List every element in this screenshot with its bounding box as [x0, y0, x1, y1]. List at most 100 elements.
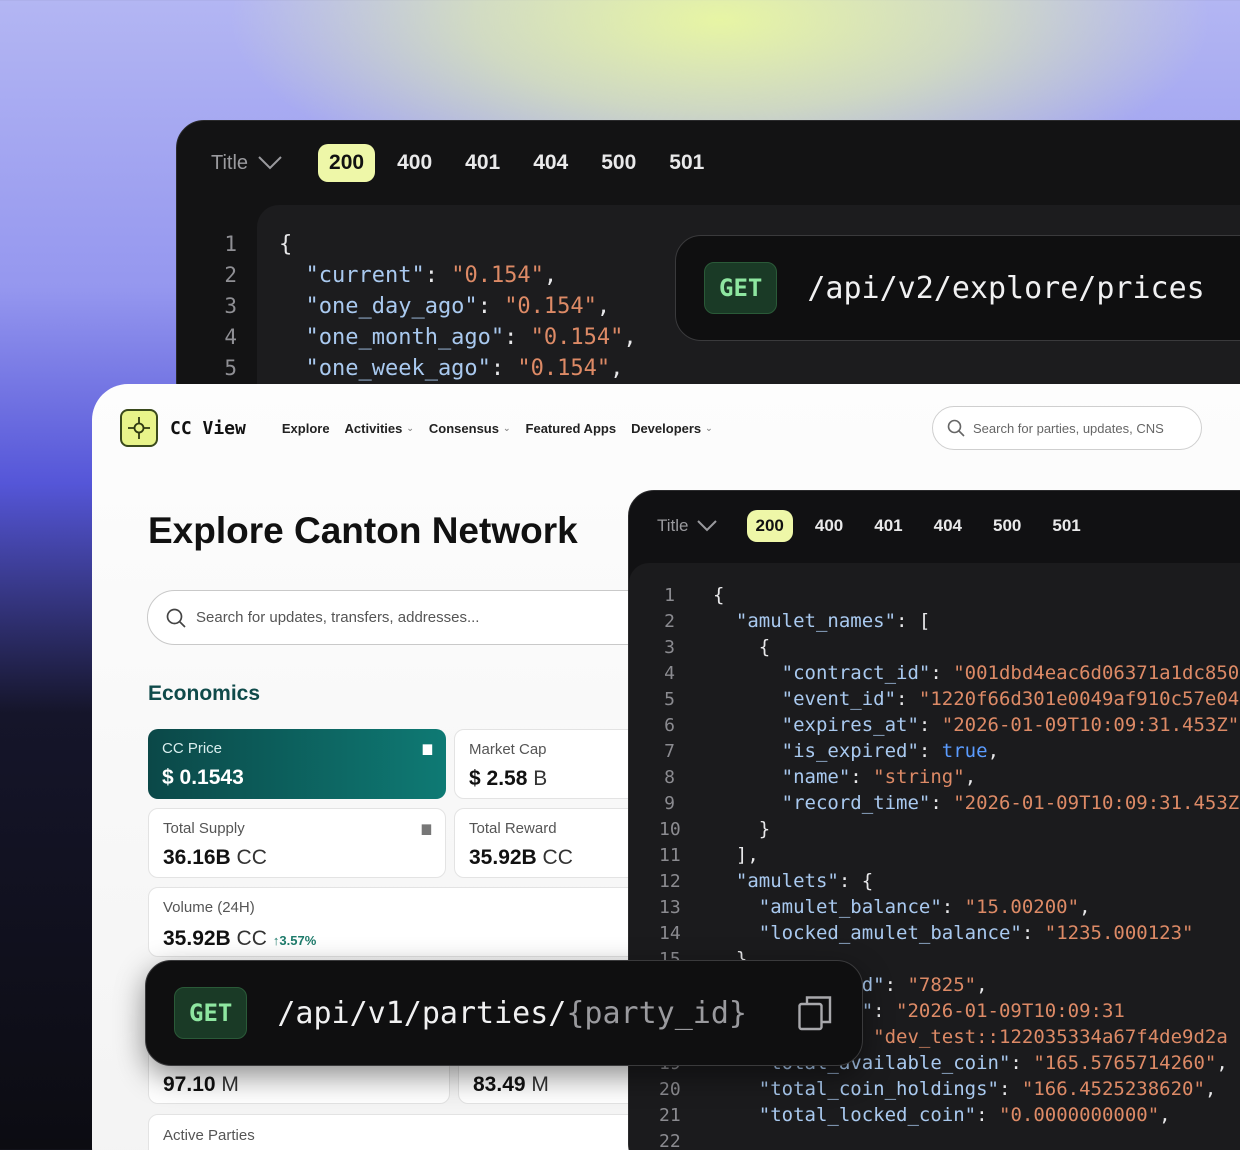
code-token: : [504, 325, 531, 350]
code-token: : [930, 662, 954, 684]
tab-501[interactable]: 501 [1043, 510, 1089, 542]
code-token: , [964, 766, 977, 788]
page-title: Explore Canton Network [148, 510, 578, 551]
code-token: : [918, 714, 942, 736]
brand-name[interactable]: CC View [170, 418, 246, 439]
total-supply-card[interactable]: Total Supply ▆ 36.16B CC [148, 808, 446, 878]
volume-label: Volume (24H) [163, 899, 255, 916]
tab-200[interactable]: 200 [746, 510, 793, 542]
code-token: "0.154" [504, 294, 597, 319]
endpoint-path-param: {party_id} [566, 995, 747, 1031]
back-method-badge: GET [704, 262, 778, 314]
back-tab-501[interactable]: 501 [658, 144, 715, 182]
back-code-lines: { "current": "0.154", "one_day_ago": "0.… [279, 229, 637, 384]
endpoint-bar: GET /api/v1/parties/{party_id} [145, 960, 863, 1066]
logo-icon[interactable] [120, 409, 158, 447]
nav-explore[interactable]: Explore [282, 421, 330, 436]
code-token: ], [713, 844, 759, 866]
code-token: : [884, 974, 908, 996]
response-code-line: "total_locked_coin": "0.0000000000", [713, 1102, 1240, 1128]
code-token: "0.154" [517, 356, 611, 381]
tab-500[interactable]: 500 [984, 510, 1030, 542]
code-token: : { [838, 870, 874, 892]
nav-search-input[interactable]: Search for parties, updates, CNS [932, 406, 1202, 450]
code-token: { [713, 636, 771, 658]
total-supply-label: Total Supply [163, 820, 245, 837]
code-token: "2026-01-09T10:09:31.453Z" [953, 792, 1240, 814]
volume-value: 35.92B [163, 927, 231, 950]
back-tab-500[interactable]: 500 [590, 144, 647, 182]
response-line-number: 21 [659, 1105, 681, 1126]
tab-400[interactable]: 400 [806, 510, 852, 542]
tab-401[interactable]: 401 [865, 510, 911, 542]
bar-chart-icon[interactable]: ▆ [422, 821, 431, 835]
total-reward-value-wrap: 35.92B CC [469, 846, 573, 870]
chevron-down-icon: ⌄ [502, 422, 511, 433]
cc-price-card[interactable]: CC Price ▆ $ 0.1543 [148, 729, 446, 799]
back-endpoint-path[interactable]: /api/v2/explore/prices [807, 271, 1204, 306]
copy-icon[interactable] [798, 995, 832, 1031]
code-token: : [998, 1078, 1022, 1100]
code-token: : [850, 766, 874, 788]
total-reward-value: 35.92B [469, 846, 537, 869]
response-code-line: "contract_id": "001dbd4eac6d06371a1dc850… [713, 660, 1240, 686]
nav-developers[interactable]: Developers ⌄ [631, 421, 713, 436]
response-code-line: "total_coin_holdings": "166.4525238620", [713, 1076, 1240, 1102]
code-token: : [477, 294, 505, 319]
code-token: : [896, 688, 919, 710]
nav-activities[interactable]: Activities ⌄ [345, 421, 414, 436]
back-endpoint-bar: GET /api/v2/explore/prices [675, 235, 1240, 341]
code-token: "amulet_balance" [713, 896, 942, 918]
back-tab-400[interactable]: 400 [386, 144, 443, 182]
cc-price-value: $ 0.1543 [162, 766, 244, 789]
code-token: "166.4525238620" [1021, 1078, 1205, 1100]
back-line-numbers: 1 2 3 4 5 [217, 229, 237, 384]
response-title-select[interactable]: Title [657, 516, 717, 536]
code-token: , [623, 325, 637, 350]
back-title-select[interactable]: Title [211, 152, 282, 175]
back-code-line: { [279, 229, 637, 260]
endpoint-path-base: /api/v1/parties/ [277, 995, 567, 1031]
main-search-input[interactable]: Search for updates, transfers, addresses… [147, 590, 707, 645]
cc-price-label: CC Price [162, 740, 223, 757]
code-token: "name" [713, 766, 851, 788]
back-tab-404[interactable]: 404 [522, 144, 579, 182]
response-tabbar: Title 200 400 401 404 500 501 [657, 509, 1103, 543]
response-line-number: 20 [659, 1079, 681, 1100]
nav-consensus[interactable]: Consensus ⌄ [429, 421, 511, 436]
bar-chart-icon[interactable]: ▆ [423, 741, 432, 755]
code-token: , [1079, 896, 1091, 918]
response-line-number: 7 [664, 741, 675, 762]
row4-right-unit: M [525, 1073, 549, 1096]
code-token: "0.0000000000" [999, 1104, 1160, 1126]
back-tab-200[interactable]: 200 [318, 144, 376, 182]
code-token: "7825" [907, 974, 977, 996]
chevron-down-icon: ⌄ [406, 422, 414, 433]
code-token: "001dbd4eac6d06371a1dc850d3 [953, 662, 1240, 684]
row4-right-value: 83.49 [473, 1073, 526, 1096]
response-line-number: 9 [664, 793, 675, 814]
endpoint-path[interactable]: /api/v1/parties/{party_id} [277, 996, 747, 1031]
back-line-number: 3 [224, 294, 237, 318]
code-token: : [873, 1000, 897, 1022]
response-line-number: 8 [664, 767, 675, 788]
total-supply-value: 36.16B [163, 846, 231, 869]
response-code-line: "amulets": { [713, 868, 1240, 894]
row4-left-unit: M [215, 1073, 239, 1096]
code-token: , [1159, 1104, 1171, 1126]
code-token: "amulet_names" [713, 610, 897, 632]
response-title-label: Title [657, 516, 689, 535]
back-tab-401[interactable]: 401 [454, 144, 511, 182]
code-token: "one_month_ago" [279, 325, 505, 350]
code-token: "total_coin_holdings" [713, 1078, 999, 1100]
response-line-number: 2 [664, 611, 675, 632]
code-token: : [490, 356, 518, 381]
search-icon [947, 419, 965, 437]
tab-404[interactable]: 404 [925, 510, 971, 542]
main-search-placeholder: Search for updates, transfers, addresses… [196, 609, 480, 626]
chevron-down-icon: ⌄ [705, 422, 713, 433]
nav-featured-apps[interactable]: Featured Apps [526, 421, 617, 436]
code-token: , [596, 294, 611, 319]
code-token: : [ [896, 610, 931, 632]
volume-delta-badge: ↑3.57% [272, 933, 317, 948]
